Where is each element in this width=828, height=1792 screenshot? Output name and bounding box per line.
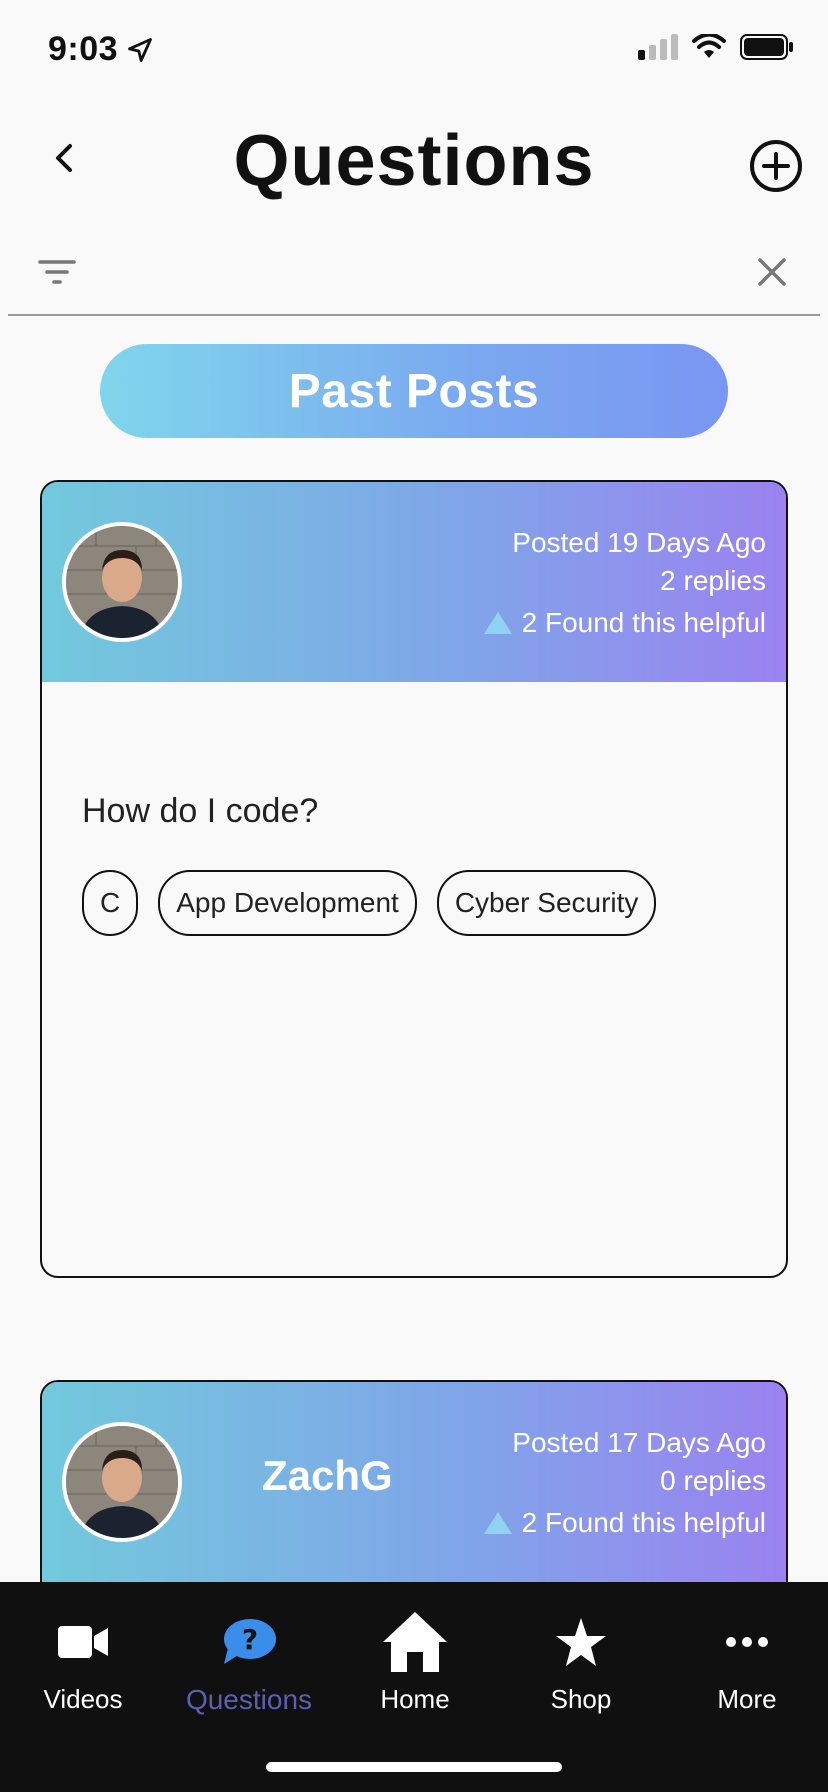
status-bar: 9:03 xyxy=(0,0,828,100)
wifi-icon xyxy=(692,34,726,58)
card-header: ZachG Posted 17 Days Ago 0 replies 2 Fou… xyxy=(42,1382,786,1582)
svg-text:?: ? xyxy=(242,1623,258,1656)
tab-bar: Videos ? Questions Home Shop More xyxy=(0,1582,828,1792)
tag-chip[interactable]: Cyber Security xyxy=(436,870,657,936)
add-question-button[interactable] xyxy=(748,138,804,194)
upvote-triangle-icon[interactable] xyxy=(483,1512,512,1534)
helpful-count: 2 Found this helpful xyxy=(521,1507,766,1538)
location-arrow-icon xyxy=(128,37,152,62)
tab-shop[interactable]: Shop xyxy=(498,1610,664,1730)
header: Questions xyxy=(0,100,828,230)
reply-count: 0 replies xyxy=(660,1465,766,1496)
helpful-row: 2 Found this helpful xyxy=(483,604,766,642)
video-camera-icon xyxy=(58,1626,108,1658)
avatar[interactable] xyxy=(62,522,182,642)
tab-more[interactable]: More xyxy=(664,1610,828,1730)
tab-label: Questions xyxy=(185,1684,313,1715)
tab-videos[interactable]: Videos xyxy=(0,1610,166,1730)
past-posts-button[interactable]: Past Posts xyxy=(100,344,728,438)
card-header: Posted 19 Days Ago 2 replies 2 Found thi… xyxy=(42,482,786,682)
status-time-text: 9:03 xyxy=(48,30,119,68)
tag-chip[interactable]: App Development xyxy=(158,870,417,936)
tab-label: Home xyxy=(380,1684,450,1714)
close-icon[interactable] xyxy=(752,252,792,292)
username[interactable]: ZachG xyxy=(262,1452,393,1500)
posted-date: Posted 19 Days Ago xyxy=(512,527,766,558)
tab-label: Shop xyxy=(550,1684,612,1714)
question-text: How do I code? xyxy=(82,792,319,830)
filter-bar xyxy=(8,230,820,316)
tab-label: More xyxy=(717,1684,777,1714)
tag-list: C App Development Cyber Security xyxy=(82,870,742,936)
tag-chip[interactable]: C xyxy=(82,870,139,936)
avatar-image xyxy=(66,1426,178,1538)
avatar[interactable] xyxy=(62,1422,182,1542)
tab-label: Videos xyxy=(43,1684,123,1714)
tab-questions[interactable]: ? Questions xyxy=(166,1610,332,1730)
home-indicator[interactable] xyxy=(266,1762,562,1772)
cellular-signal-icon xyxy=(638,34,678,60)
filter-icon[interactable] xyxy=(36,252,78,292)
star-icon xyxy=(556,1618,606,1666)
battery-icon xyxy=(740,34,793,60)
posted-date: Posted 17 Days Ago xyxy=(512,1427,766,1458)
page-title: Questions xyxy=(233,121,595,201)
avatar-image xyxy=(66,526,178,638)
tab-home[interactable]: Home xyxy=(332,1610,498,1730)
card-meta: Posted 19 Days Ago 2 replies 2 Found thi… xyxy=(483,524,766,642)
question-card[interactable]: Posted 19 Days Ago 2 replies 2 Found thi… xyxy=(40,480,788,1278)
card-meta: Posted 17 Days Ago 0 replies 2 Found thi… xyxy=(483,1424,766,1542)
reply-count: 2 replies xyxy=(660,565,766,596)
status-time: 9:03 xyxy=(48,30,154,69)
question-bubble-icon: ? xyxy=(224,1619,276,1664)
helpful-count: 2 Found this helpful xyxy=(521,607,766,638)
status-indicators xyxy=(638,34,794,60)
helpful-row: 2 Found this helpful xyxy=(483,1504,766,1542)
home-icon xyxy=(383,1612,447,1672)
upvote-triangle-icon[interactable] xyxy=(483,612,512,634)
more-dots-icon xyxy=(726,1637,768,1647)
